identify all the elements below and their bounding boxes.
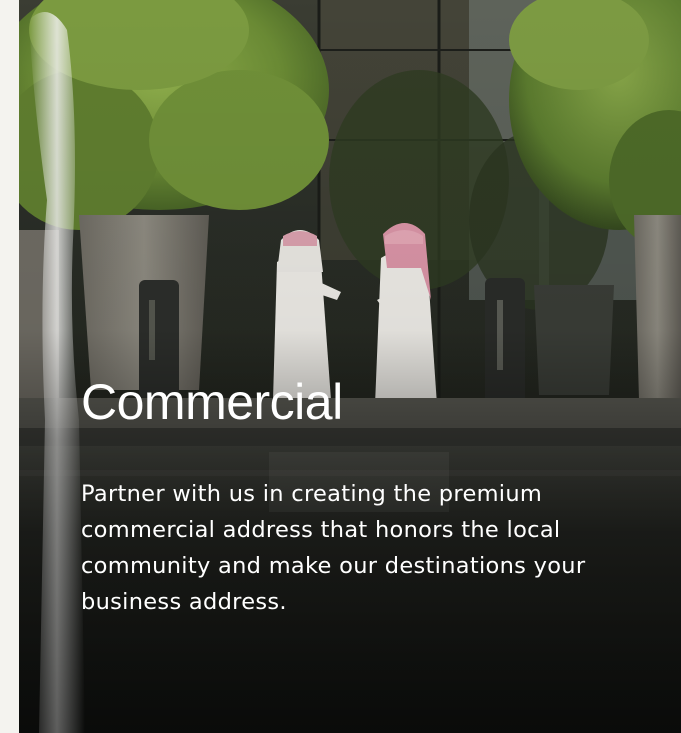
commercial-card[interactable]: Commercial Partner with us in creating t… [19, 0, 681, 733]
card-title: Commercial [81, 374, 343, 430]
card-description: Partner with us in creating the premium … [81, 481, 586, 615]
page: Commercial Partner with us in creating t… [0, 0, 681, 733]
page-gutter [0, 0, 19, 733]
image-dark-overlay [19, 0, 681, 733]
